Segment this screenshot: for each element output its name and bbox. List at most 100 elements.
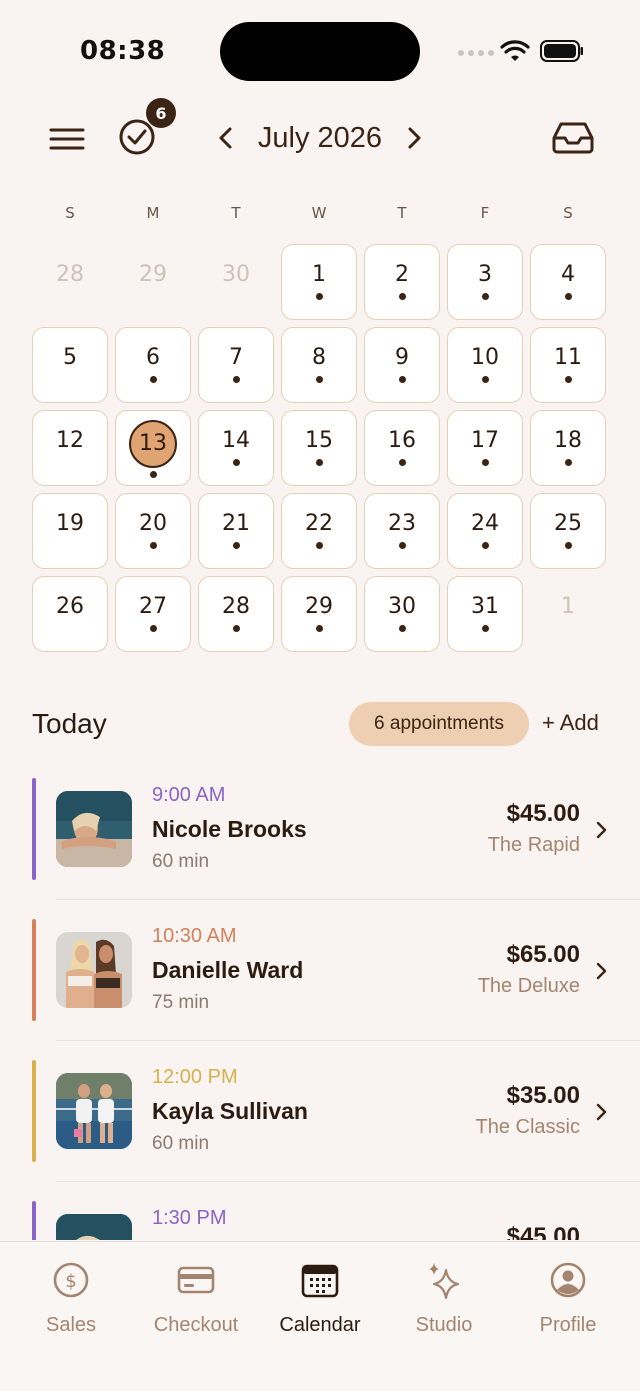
calendar-day[interactable]: 9 xyxy=(364,327,440,403)
calendar-day[interactable]: 4 xyxy=(530,244,606,320)
appointment-row[interactable]: 12:00 PM Kayla Sullivan 60 min $35.00 The Cl… xyxy=(0,1052,640,1193)
chevron-right-icon xyxy=(596,1103,607,1121)
calendar-day[interactable]: 29 xyxy=(281,576,357,652)
calendar-day[interactable]: 28 xyxy=(198,576,274,652)
calendar-day[interactable]: 1 xyxy=(281,244,357,320)
today-title: Today xyxy=(32,708,107,739)
tab-label: Profile xyxy=(539,1314,597,1336)
appointment-dot xyxy=(564,376,572,383)
calendar-day[interactable]: 20 xyxy=(115,493,191,569)
status-bar: 08:38 xyxy=(0,0,640,100)
appointment-dot xyxy=(315,293,323,300)
day-number: 14 xyxy=(222,428,250,453)
appointment-dot xyxy=(232,542,240,549)
appointment-color-bar xyxy=(32,778,36,880)
day-number: 13 xyxy=(139,431,167,456)
calendar-day[interactable]: 24 xyxy=(447,493,523,569)
month-title[interactable]: July 2026 xyxy=(240,118,400,158)
cellular-signal-icon xyxy=(458,50,494,56)
calendar-day-selected[interactable]: 13 xyxy=(115,410,191,486)
calendar-day[interactable]: 18 xyxy=(530,410,606,486)
calendar-day[interactable]: 21 xyxy=(198,493,274,569)
appointment-list: 9:00 AM Nicole Brooks 60 min $45.00 The Rapi… xyxy=(0,770,640,1240)
calendar-day[interactable]: 2 xyxy=(364,244,440,320)
appointment-dot xyxy=(398,542,406,549)
client-photo xyxy=(56,1073,132,1149)
appointment-dot xyxy=(149,625,157,632)
day-number: 24 xyxy=(471,511,499,536)
dynamic-island xyxy=(220,22,420,81)
day-number: 1 xyxy=(312,262,326,287)
day-number: 6 xyxy=(146,345,160,370)
tab-checkout[interactable]: Checkout xyxy=(141,1260,251,1350)
row-divider xyxy=(56,1181,640,1182)
appointment-dot xyxy=(315,459,323,466)
wifi-icon xyxy=(500,40,530,61)
tab-sales[interactable]: $ Sales xyxy=(16,1260,126,1350)
calendar-day[interactable]: 3 xyxy=(447,244,523,320)
sparkles-icon xyxy=(424,1260,464,1304)
day-number: 3 xyxy=(478,262,492,287)
calendar-day: 29 xyxy=(115,244,191,320)
add-appointment-button[interactable]: + Add xyxy=(542,710,599,736)
calendar-header: 6 July 2026 xyxy=(0,98,640,166)
calendar-day[interactable]: 23 xyxy=(364,493,440,569)
weekday-label: T xyxy=(397,204,407,222)
calendar-day[interactable]: 15 xyxy=(281,410,357,486)
calendar-day[interactable]: 11 xyxy=(530,327,606,403)
day-number: 2 xyxy=(395,262,409,287)
menu-button[interactable] xyxy=(46,118,88,160)
previous-month-button[interactable] xyxy=(210,118,240,158)
row-divider xyxy=(56,899,640,900)
calendar-day[interactable]: 14 xyxy=(198,410,274,486)
day-number: 9 xyxy=(395,345,409,370)
person-circle-icon xyxy=(548,1260,588,1304)
appointment-price: $45.00 xyxy=(506,800,580,827)
calendar-day[interactable]: 27 xyxy=(115,576,191,652)
calendar-day[interactable]: 16 xyxy=(364,410,440,486)
appointment-price: $65.00 xyxy=(506,941,580,968)
day-number: 7 xyxy=(229,345,243,370)
calendar-day[interactable]: 26 xyxy=(32,576,108,652)
svg-text:$: $ xyxy=(65,1271,76,1292)
calendar-day[interactable]: 8 xyxy=(281,327,357,403)
day-number: 10 xyxy=(471,345,499,370)
calendar-day[interactable]: 6 xyxy=(115,327,191,403)
calendar-day[interactable]: 30 xyxy=(364,576,440,652)
appointment-dot xyxy=(149,542,157,549)
appointment-duration: 75 min xyxy=(152,992,210,1013)
tab-studio[interactable]: Studio xyxy=(389,1260,499,1350)
chevron-right-icon xyxy=(596,962,607,980)
appointment-row[interactable]: 10:30 AM Danielle Ward 75 min $65.00 The Del… xyxy=(0,911,640,1052)
appointment-dot xyxy=(398,293,406,300)
client-photo xyxy=(56,932,132,1008)
next-month-button[interactable] xyxy=(400,118,430,158)
calendar-day[interactable]: 12 xyxy=(32,410,108,486)
tab-calendar[interactable]: Calendar xyxy=(265,1260,375,1350)
calendar-day[interactable]: 19 xyxy=(32,493,108,569)
calendar-day[interactable]: 17 xyxy=(447,410,523,486)
calendar-day[interactable]: 7 xyxy=(198,327,274,403)
appointment-time: 1:30 PM xyxy=(152,1207,227,1229)
tab-profile[interactable]: Profile xyxy=(513,1260,623,1350)
hamburger-icon xyxy=(49,128,85,150)
calendar-day[interactable]: 5 xyxy=(32,327,108,403)
calendar-day[interactable]: 31 xyxy=(447,576,523,652)
calendar-day[interactable]: 10 xyxy=(447,327,523,403)
calendar-day[interactable]: 22 xyxy=(281,493,357,569)
appointment-duration: 60 min xyxy=(152,851,210,872)
day-number: 29 xyxy=(305,594,333,619)
day-number: 19 xyxy=(56,511,84,536)
appointment-color-bar xyxy=(32,1201,36,1240)
inbox-button[interactable] xyxy=(548,118,598,158)
day-number: 16 xyxy=(388,428,416,453)
today-section-header: Today 6 appointments + Add xyxy=(32,702,612,748)
appointment-row[interactable]: 9:00 AM Nicole Brooks 60 min $45.00 The Rapi… xyxy=(0,770,640,911)
appointment-row[interactable]: 1:30 PM $45.00 xyxy=(0,1193,640,1240)
calendar-day[interactable]: 25 xyxy=(530,493,606,569)
day-number: 29 xyxy=(139,262,167,287)
day-number: 8 xyxy=(312,345,326,370)
day-number: 30 xyxy=(222,262,250,287)
appointment-count-badge[interactable]: 6 appointments xyxy=(349,702,529,746)
inbox-icon xyxy=(552,122,594,154)
